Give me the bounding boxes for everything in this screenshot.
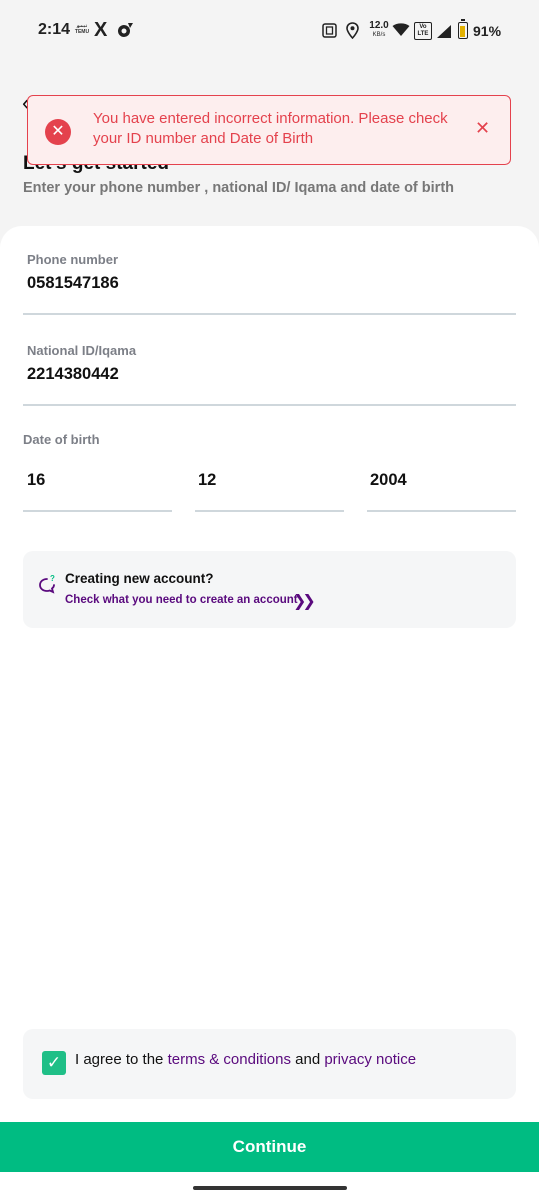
dob-day-input[interactable]: 16 <box>27 471 45 490</box>
home-indicator[interactable] <box>193 1186 347 1190</box>
volte-icon: Vo LTE <box>414 22 432 40</box>
svg-text:?: ? <box>50 574 55 583</box>
agreement-text: I agree to the terms & conditions and pr… <box>75 1051 416 1068</box>
dob-year-input[interactable]: 2004 <box>370 471 407 490</box>
dob-label: Date of birth <box>23 432 100 447</box>
privacy-link[interactable]: privacy notice <box>324 1051 416 1068</box>
phone-input[interactable]: 0581547186 <box>27 274 119 293</box>
national-id-label: National ID/Iqama <box>27 343 137 358</box>
chat-question-icon: ? <box>38 574 56 599</box>
battery-percent: 91% <box>473 23 502 39</box>
error-icon: ✕ <box>45 119 71 145</box>
agreement-prefix: I agree to the <box>75 1051 168 1068</box>
double-chevron-right-icon: ❯❯ <box>293 593 316 610</box>
new-account-link[interactable]: Check what you need to create an account <box>65 594 298 606</box>
error-toast: ✕ You have entered incorrect information… <box>27 95 511 165</box>
temu-notification-icon: ﺗﻴﻤﻮ TEMU <box>74 23 90 35</box>
error-message: You have entered incorrect information. … <box>93 110 448 147</box>
phone-underline <box>23 313 516 315</box>
new-account-box: ? Creating new account? Check what you n… <box>23 551 516 628</box>
national-id-input[interactable]: 2214380442 <box>27 365 119 384</box>
wifi-icon <box>392 23 410 42</box>
battery-icon <box>458 19 468 39</box>
page-subtitle: Enter your phone number , national ID/ I… <box>23 180 455 196</box>
network-speed: 12.0 KB/s <box>369 20 389 39</box>
dob-day-underline <box>23 510 172 512</box>
nfc-icon <box>322 23 337 43</box>
agree-checkbox[interactable]: ✓ <box>42 1051 66 1075</box>
status-bar: 2:14 ﺗﻴﻤﻮ TEMU X 12.0 KB/s Vo LTE 91% <box>0 0 539 62</box>
agreement-box: ✓ I agree to the terms & conditions and … <box>23 1029 516 1099</box>
national-id-underline <box>23 404 516 406</box>
terms-link[interactable]: terms & conditions <box>168 1051 291 1068</box>
dob-year-underline <box>367 510 516 512</box>
continue-button[interactable]: Continue <box>0 1122 539 1172</box>
close-icon[interactable]: ✕ <box>475 118 490 139</box>
x-notification-icon: X <box>94 19 108 41</box>
signal-icon <box>436 24 452 44</box>
status-time: 2:14 <box>38 21 71 38</box>
app-notification-icon <box>116 21 134 44</box>
agreement-middle: and <box>290 1051 325 1068</box>
dob-month-input[interactable]: 12 <box>198 471 216 490</box>
dob-month-underline <box>195 510 344 512</box>
new-account-title: Creating new account? <box>65 571 214 586</box>
phone-label: Phone number <box>27 252 119 267</box>
location-icon <box>346 22 359 44</box>
